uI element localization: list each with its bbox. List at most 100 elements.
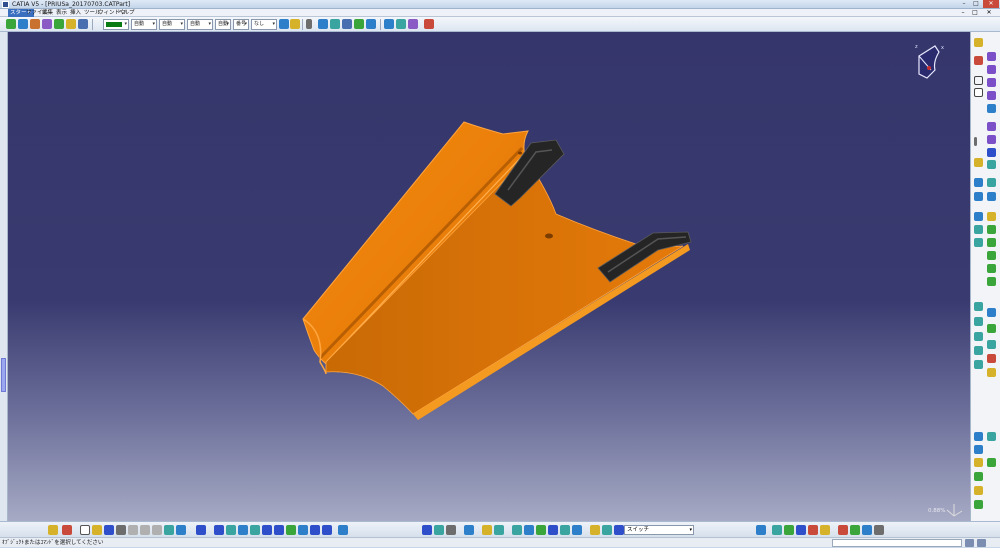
rotate-icon[interactable]	[18, 19, 28, 29]
curvature-icon[interactable]	[862, 525, 872, 535]
analysis-bottom-icon[interactable]	[850, 525, 860, 535]
swap-space-icon[interactable]	[338, 525, 348, 535]
camera-icon[interactable]	[446, 525, 456, 535]
close-button[interactable]: ✕	[983, 0, 999, 8]
shaft-icon[interactable]	[987, 78, 996, 87]
graph-tree-icon[interactable]	[434, 525, 444, 535]
knowledge-icon[interactable]	[424, 19, 434, 29]
texture-icon[interactable]	[602, 525, 612, 535]
symmetry-icon[interactable]	[974, 238, 983, 247]
pattern-icon[interactable]	[987, 251, 996, 260]
color-combo[interactable]: ▾	[103, 19, 129, 30]
pad-icon[interactable]	[987, 52, 996, 61]
layer-combo[interactable]: 番号 ▾	[233, 19, 249, 30]
update-icon[interactable]	[66, 19, 76, 29]
parameters-bottom-icon[interactable]	[784, 525, 794, 535]
inertia-icon[interactable]	[987, 354, 996, 363]
chamfer-icon[interactable]	[987, 160, 996, 169]
snap-icon[interactable]	[306, 19, 312, 29]
workbench-icon[interactable]	[974, 38, 983, 47]
check-icon[interactable]	[974, 472, 983, 481]
measure-between-icon[interactable]	[974, 346, 983, 355]
annotation-icon[interactable]	[974, 486, 983, 495]
command-input[interactable]	[832, 539, 962, 547]
exit-workbench-icon[interactable]	[62, 525, 72, 535]
copy-icon[interactable]	[140, 525, 150, 535]
zoom-out-icon[interactable]	[274, 525, 284, 535]
iso-view-icon[interactable]	[298, 525, 308, 535]
axis-bottom-icon[interactable]	[536, 525, 546, 535]
search-icon[interactable]	[464, 525, 474, 535]
rotate-feature-icon[interactable]	[987, 225, 996, 234]
law-icon[interactable]	[974, 432, 983, 441]
apply-material-icon[interactable]	[974, 332, 983, 341]
axis-icon[interactable]	[987, 324, 996, 333]
catalog-bottom-icon[interactable]	[482, 525, 492, 535]
compass-icon[interactable]: z x	[905, 40, 950, 85]
line-icon[interactable]	[987, 308, 996, 317]
zoom-in-icon[interactable]	[262, 525, 272, 535]
publish-icon[interactable]	[974, 500, 983, 509]
parameter-icon[interactable]	[396, 19, 406, 29]
doc-close-button[interactable]: ✕	[984, 9, 994, 17]
sketcher-bottom-icon[interactable]	[48, 525, 58, 535]
fly-mode-icon[interactable]	[214, 525, 224, 535]
rib-icon[interactable]	[987, 122, 996, 131]
plane-bottom-icon[interactable]	[524, 525, 534, 535]
stop-command-icon[interactable]	[977, 539, 986, 547]
grid-icon[interactable]	[560, 525, 570, 535]
transparency-combo[interactable]: 自動 ▾	[131, 19, 157, 30]
thickness-icon[interactable]	[974, 192, 983, 201]
paste-icon[interactable]	[152, 525, 162, 535]
scaling-icon[interactable]	[987, 264, 996, 273]
macro-icon[interactable]	[756, 525, 766, 535]
doc-maximize-button[interactable]: □	[970, 9, 980, 17]
save-icon[interactable]	[104, 525, 114, 535]
menu-help[interactable]: ヘルプ	[116, 9, 137, 17]
rule-icon[interactable]	[987, 458, 996, 467]
section-icon[interactable]	[874, 525, 884, 535]
maximize-button[interactable]: □	[970, 0, 982, 8]
measure-item-icon[interactable]	[974, 360, 983, 369]
translate-icon[interactable]	[974, 225, 983, 234]
menu-insert[interactable]: 挿入	[68, 9, 83, 17]
snap-grid-icon[interactable]	[572, 525, 582, 535]
menu-edit[interactable]: 編集	[40, 9, 55, 17]
check-bottom-icon[interactable]	[796, 525, 806, 535]
draft-icon[interactable]	[974, 178, 983, 187]
open-file-icon[interactable]	[92, 525, 102, 535]
line-width-combo[interactable]: 自動 ▾	[159, 19, 185, 30]
point-bottom-icon[interactable]	[548, 525, 558, 535]
analysis-icon[interactable]	[384, 19, 394, 29]
help-icon[interactable]	[176, 525, 186, 535]
boolean-icon[interactable]	[987, 277, 996, 286]
light-icon[interactable]	[614, 525, 624, 535]
reaction-icon[interactable]	[808, 525, 818, 535]
tree-icon[interactable]	[78, 19, 88, 29]
material-bottom-icon[interactable]	[590, 525, 600, 535]
formula-icon[interactable]	[408, 19, 418, 29]
doc-minimize-button[interactable]: –	[958, 9, 968, 17]
undo-icon[interactable]	[164, 525, 174, 535]
measure-icon[interactable]	[54, 19, 64, 29]
pan-icon[interactable]	[6, 19, 16, 29]
knowledge-bottom-icon[interactable]	[772, 525, 782, 535]
rotate-bottom-icon[interactable]	[250, 525, 260, 535]
compass-reset-icon[interactable]	[512, 525, 522, 535]
specification-tree-handle[interactable]	[1, 358, 6, 392]
new-file-icon[interactable]	[80, 525, 90, 535]
menu-view[interactable]: 表示	[54, 9, 69, 17]
line-type-combo[interactable]: 自動 ▾	[187, 19, 213, 30]
stiffener-icon[interactable]	[987, 148, 996, 157]
power-input-icon[interactable]	[965, 539, 974, 547]
normal-view-icon[interactable]	[286, 525, 296, 535]
sketch-icon[interactable]	[42, 19, 52, 29]
fillet-icon[interactable]	[974, 158, 983, 167]
properties-icon[interactable]	[279, 19, 289, 29]
pocket-icon[interactable]	[987, 65, 996, 74]
layer-filter-icon[interactable]	[422, 525, 432, 535]
cut-icon[interactable]	[128, 525, 138, 535]
painter-icon[interactable]	[290, 19, 300, 29]
measure-bottom-icon[interactable]	[838, 525, 848, 535]
instantiate-icon[interactable]	[494, 525, 504, 535]
